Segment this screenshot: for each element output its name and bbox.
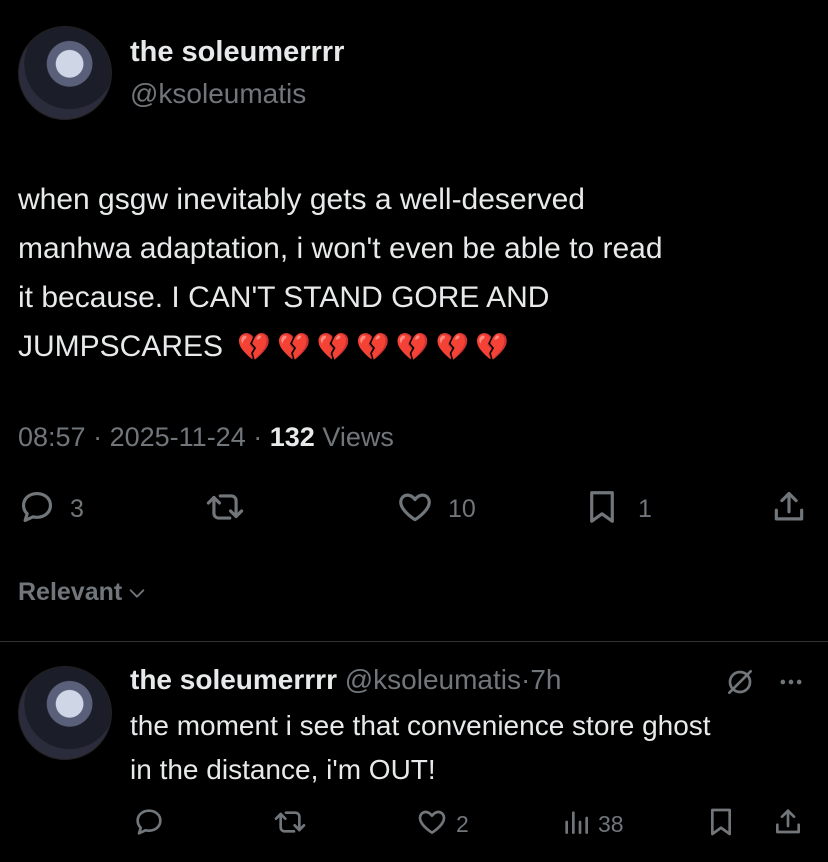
reply-text: the moment i see that convenience store … [130,704,820,792]
bookmark-icon [584,488,620,531]
bookmark-count: 1 [638,494,652,523]
post-text-line: when gsgw inevitably gets a well-deserve… [18,183,585,216]
reply-views-button[interactable]: 38 [560,806,624,843]
grok-icon[interactable] [724,666,756,698]
reply-author-display-name[interactable]: the soleumerrrr [130,664,337,695]
reply-reply-button[interactable] [133,806,165,843]
meta-separator: · [93,422,103,452]
reply-avatar[interactable] [18,666,112,760]
avatar[interactable] [18,26,112,120]
heart-icon [416,806,448,843]
repost-icon [204,488,246,531]
reply-count: 3 [70,494,84,523]
reply-icon [18,488,56,531]
sort-label: Relevant [18,578,123,606]
post-date[interactable]: 2025-11-24 [110,422,246,452]
like-count: 10 [448,494,476,523]
heart-icon [396,488,434,531]
bookmark-icon [706,806,736,843]
share-button[interactable] [770,490,808,528]
author-handle[interactable]: @ksoleumatis [130,78,306,110]
share-icon [770,488,808,531]
reply-button[interactable]: 3 [18,490,84,528]
repost-button[interactable] [204,490,246,528]
repost-icon [272,806,308,843]
reply-like-count: 2 [456,811,469,837]
like-button[interactable]: 10 [396,490,476,528]
reply-separator: · [521,664,531,695]
bookmark-button[interactable]: 1 [584,490,652,528]
reply-text-line: in the distance, i'm OUT! [130,754,436,785]
meta-separator: · [253,422,263,452]
more-icon[interactable] [776,668,806,696]
broken-heart-emojis: 💔💔💔💔💔💔💔 [237,332,515,363]
reply-header: the soleumerrrr @ksoleumatis·7h [130,664,562,696]
views-label: Views [322,422,394,452]
divider [0,641,828,642]
reply-like-button[interactable]: 2 [416,806,469,843]
reply-icon [133,806,165,843]
reply-text-line: the moment i see that convenience store … [130,710,711,741]
reply-age[interactable]: 7h [530,664,561,695]
reply-views-count: 38 [598,811,624,837]
post-meta: 08:57 · 2025-11-24 · 132 Views [18,422,394,453]
post-text-line: manhwa adaptation, i won't even be able … [18,232,663,265]
chevron-down-icon [126,582,148,604]
reply-author-handle[interactable]: @ksoleumatis [345,664,521,695]
post-time[interactable]: 08:57 [18,422,86,452]
author-display-name[interactable]: the soleumerrrr [130,36,344,69]
post-text-line: it because. I CAN'T STAND GORE AND [18,281,550,314]
post-text-line: JUMPSCARES 💔💔💔💔💔💔💔 [18,322,818,372]
reply-share-button[interactable] [772,806,804,843]
post-text-line-content: JUMPSCARES [18,330,224,363]
share-icon [772,806,804,843]
views-icon [560,806,592,843]
reply-bookmark-button[interactable] [706,806,736,843]
reply-repost-button[interactable] [272,806,308,843]
sort-selector[interactable]: Relevant [18,578,148,607]
post-text: when gsgw inevitably gets a well-deserve… [18,175,818,372]
views-count: 132 [269,422,315,452]
